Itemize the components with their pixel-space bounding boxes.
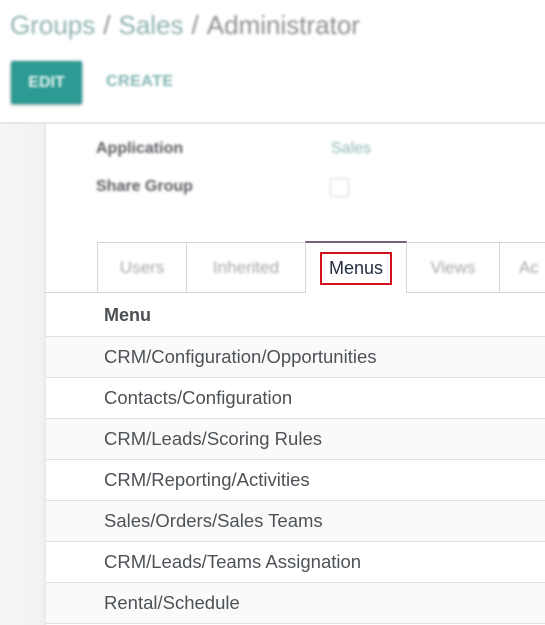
tab-views-label: Views <box>430 257 476 277</box>
table-row[interactable]: CRM/Reporting/Activities <box>46 460 545 501</box>
row-menu-name: CRM/Leads/Teams Assignation <box>104 551 362 572</box>
table-row[interactable]: CRM/Leads/Teams Assignation <box>46 542 545 583</box>
tab-views[interactable]: Views <box>406 242 500 292</box>
application-value[interactable]: Sales <box>331 140 371 158</box>
breadcrumb: Groups / Sales / Administrator <box>10 10 360 41</box>
row-menu-name: CRM/Configuration/Opportunities <box>104 346 377 367</box>
tab-users-label: Users <box>119 257 165 277</box>
tab-inherited-label: Inherited <box>212 257 280 277</box>
breadcrumb-separator: / <box>103 10 111 40</box>
row-menu-name: Rental/Schedule <box>104 592 240 613</box>
row-menu-name: CRM/Leads/Scoring Rules <box>104 428 322 449</box>
table-row[interactable]: Contacts/Configuration <box>46 378 545 419</box>
breadcrumb-sales[interactable]: Sales <box>119 10 184 40</box>
breadcrumb-separator: / <box>191 10 199 40</box>
tab-users[interactable]: Users <box>97 242 187 292</box>
share-group-label: Share Group <box>96 178 193 195</box>
row-menu-name: Contacts/Configuration <box>104 387 293 408</box>
breadcrumb-current: Administrator <box>206 10 360 40</box>
tab-access-rights-label: Ac <box>519 257 539 277</box>
table-row[interactable]: CRM/Configuration/Opportunities <box>46 337 545 378</box>
table-row[interactable]: Sales/Orders/Sales Teams <box>46 501 545 542</box>
table-row[interactable]: CRM/Leads/Scoring Rules <box>46 419 545 460</box>
left-gutter <box>0 124 44 625</box>
row-menu-name: Sales/Orders/Sales Teams <box>104 510 323 531</box>
breadcrumb-groups[interactable]: Groups <box>10 10 95 40</box>
tab-inherited[interactable]: Inherited <box>186 242 306 292</box>
tab-menus-label: Menus <box>319 251 393 285</box>
table-row[interactable]: Rental/Schedule <box>46 583 545 624</box>
control-panel: Groups / Sales / Administrator EDIT CREATE <box>0 0 545 123</box>
tab-access-rights[interactable]: Ac <box>499 242 545 292</box>
edit-button[interactable]: EDIT <box>11 61 82 104</box>
application-label: Application <box>96 140 184 157</box>
row-menu-name: CRM/Reporting/Activities <box>104 469 310 490</box>
column-header-menu[interactable]: Menu <box>104 305 151 326</box>
list-header: Menu <box>46 293 545 337</box>
share-group-checkbox[interactable] <box>330 178 349 197</box>
tab-menus[interactable]: Menus <box>305 241 407 293</box>
menus-list: CRM/Configuration/Opportunities Contacts… <box>46 337 545 624</box>
create-button[interactable]: CREATE <box>106 73 174 91</box>
